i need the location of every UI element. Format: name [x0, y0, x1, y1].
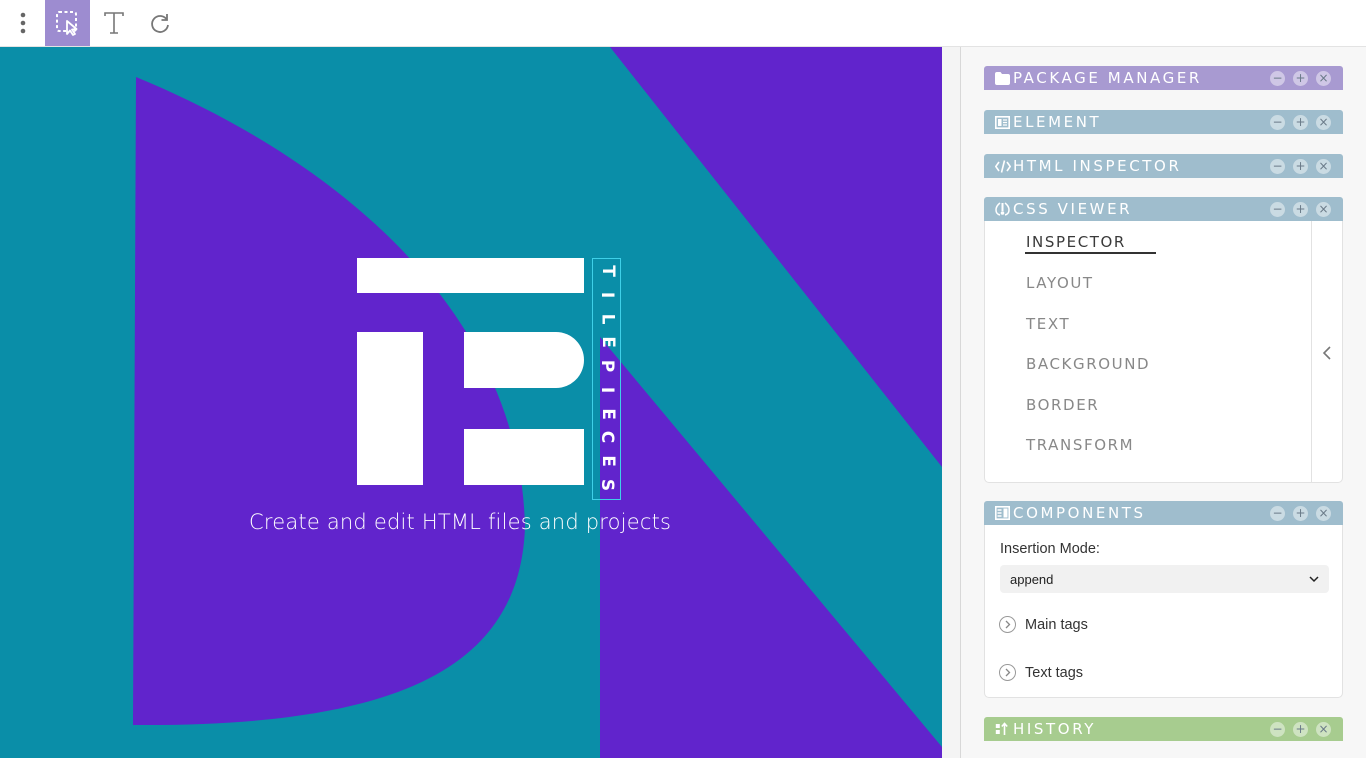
close-button[interactable]: × [1316, 70, 1331, 86]
close-button[interactable]: × [1316, 158, 1331, 174]
panel-header-element[interactable]: ELEMENT − + × [984, 110, 1343, 134]
minimize-button[interactable]: − [1270, 201, 1285, 217]
chevron-right-icon [999, 664, 1016, 681]
components-icon [995, 506, 1012, 520]
tab-background[interactable]: BACKGROUND [1026, 355, 1150, 373]
tree-item-label: Text tags [1025, 664, 1084, 681]
expand-button[interactable]: + [1293, 158, 1308, 174]
menu-button[interactable] [0, 0, 45, 46]
close-button[interactable]: × [1316, 201, 1331, 217]
brand-letter: E [597, 407, 618, 420]
tree-item-label: Main tags [1025, 616, 1088, 633]
insertion-mode-select[interactable]: append [1000, 565, 1329, 593]
chevron-left-icon[interactable] [1320, 343, 1334, 363]
chevron-right-icon [999, 616, 1016, 633]
insertion-mode-label: Insertion Mode: [1000, 541, 1100, 557]
expand-button[interactable]: + [1293, 201, 1308, 217]
insertion-mode-value: append [1010, 571, 1054, 587]
close-button[interactable]: × [1316, 505, 1331, 521]
brand-letter: E [597, 455, 618, 467]
chevron-down-icon [1309, 575, 1319, 582]
vertical-dots-icon [20, 12, 25, 34]
tab-layout[interactable]: LAYOUT [1026, 274, 1094, 292]
brand-letter: I [597, 386, 618, 393]
css-brush-icon [995, 202, 1012, 216]
tab-text[interactable]: TEXT [1026, 315, 1070, 333]
expand-button[interactable]: + [1293, 721, 1308, 737]
code-icon [995, 159, 1012, 173]
refresh-button[interactable] [137, 0, 182, 46]
panel-header-components[interactable]: COMPONENTS − + × [984, 501, 1343, 525]
minimize-button[interactable]: − [1270, 114, 1285, 130]
brand-letter: L [597, 313, 618, 324]
brand-letter: T [597, 265, 618, 277]
close-button[interactable]: × [1316, 721, 1331, 737]
tab-border[interactable]: BORDER [1026, 396, 1099, 414]
minimize-button[interactable]: − [1270, 505, 1285, 521]
brand-vertical-wordmark: T I L E P I E C E S [592, 258, 621, 500]
element-panel-icon [995, 115, 1012, 129]
panel-title: COMPONENTS [1013, 504, 1146, 522]
expand-button[interactable]: + [1293, 114, 1308, 130]
brand-letter: C [597, 431, 618, 444]
tilepieces-logo [357, 258, 584, 485]
brand-letter: P [597, 359, 618, 373]
brand-letter: S [597, 478, 618, 492]
history-icon [995, 722, 1012, 736]
components-body: Insertion Mode: append Main tags Text ta… [984, 525, 1343, 698]
brand-letter: I [597, 291, 618, 298]
expand-button[interactable]: + [1293, 505, 1308, 521]
panel-header-html-inspector[interactable]: HTML INSPECTOR − + × [984, 154, 1343, 178]
panel-header-package-manager[interactable]: PACKAGE MANAGER − + × [984, 66, 1343, 90]
tree-item-main-tags[interactable]: Main tags [999, 616, 1088, 633]
css-viewer-body: INSPECTOR LAYOUT TEXT BACKGROUND BORDER … [984, 221, 1343, 483]
close-button[interactable]: × [1316, 114, 1331, 130]
panel-title: PACKAGE MANAGER [1013, 69, 1202, 87]
minimize-button[interactable]: − [1270, 158, 1285, 174]
top-toolbar [0, 0, 1366, 47]
css-viewer-separator [1311, 221, 1312, 482]
panel-title: CSS VIEWER [1013, 200, 1133, 218]
text-tool-button[interactable] [91, 0, 136, 46]
tab-transform[interactable]: TRANSFORM [1026, 436, 1134, 454]
expand-button[interactable]: + [1293, 70, 1308, 86]
active-tab-underline [1025, 252, 1156, 254]
panel-title: ELEMENT [1013, 113, 1102, 131]
select-tool-button[interactable] [45, 0, 90, 46]
refresh-icon [150, 14, 169, 33]
folder-icon [995, 71, 1012, 85]
tagline: Create and edit HTML files and projects [249, 510, 672, 534]
select-element-icon [55, 11, 77, 36]
design-canvas[interactable]: T I L E P I E C E S Create and edit HTML… [0, 47, 942, 758]
minimize-button[interactable]: − [1270, 721, 1285, 737]
minimize-button[interactable]: − [1270, 70, 1285, 86]
panel-title: HISTORY [1013, 720, 1097, 738]
panel-title: HTML INSPECTOR [1013, 157, 1182, 175]
panel-header-history[interactable]: HISTORY − + × [984, 717, 1343, 741]
text-tool-icon [103, 12, 124, 34]
tab-inspector[interactable]: INSPECTOR [1026, 233, 1126, 251]
panel-header-css-viewer[interactable]: CSS VIEWER − + × [984, 197, 1343, 221]
tree-item-text-tags[interactable]: Text tags [999, 664, 1083, 681]
brand-letter: E [597, 336, 618, 349]
